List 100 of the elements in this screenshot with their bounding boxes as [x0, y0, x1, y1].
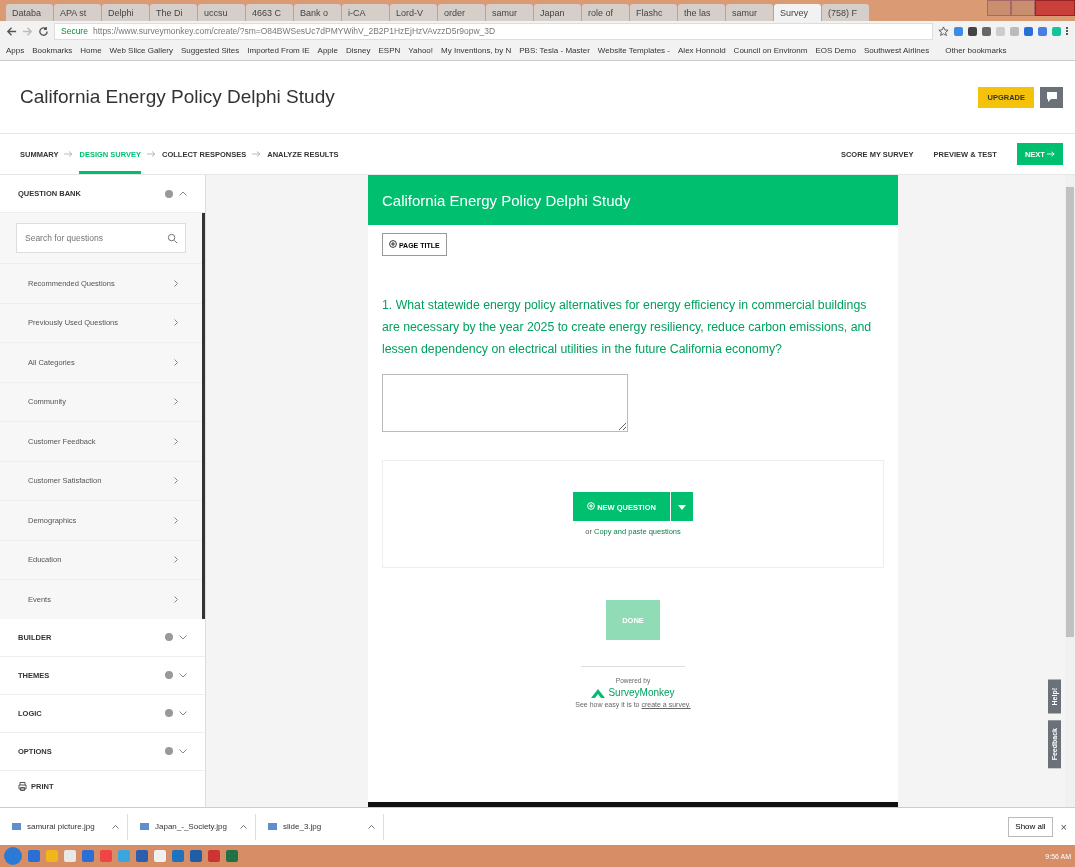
bookmark[interactable]: Home	[80, 46, 102, 55]
bookmark[interactable]: My Inventions, by N	[441, 46, 512, 55]
bookmark[interactable]: Disney	[346, 46, 371, 55]
search-field[interactable]: Search for questions	[16, 223, 186, 253]
taskbar-app-icon[interactable]	[190, 850, 202, 862]
info-icon[interactable]	[165, 189, 173, 198]
browser-tab[interactable]: Delphi	[102, 4, 149, 21]
bookmark[interactable]: Yahoo!	[408, 46, 434, 55]
back-icon[interactable]	[6, 25, 17, 37]
arrow-icon	[252, 151, 262, 157]
browser-tab[interactable]: Bank o	[294, 4, 341, 21]
taskbar-app-icon[interactable]	[64, 850, 76, 862]
chevron-icon	[179, 748, 187, 754]
logo-icon	[591, 687, 606, 698]
caret-icon	[677, 505, 686, 511]
chevron-right-icon	[174, 477, 178, 485]
chevron-right-icon	[174, 437, 178, 445]
survey-title: California Energy Policy Delphi Study	[20, 86, 335, 108]
page-header: California Energy Policy Delphi Study	[368, 175, 898, 225]
bookmark[interactable]: Southwest Airlines	[863, 46, 930, 55]
caret-icon[interactable]	[240, 824, 247, 829]
bookmark[interactable]: Alex Honnold	[678, 46, 726, 55]
taskbar-app-icon[interactable]	[46, 850, 58, 862]
bookmark[interactable]: PBS: Tesla - Master	[519, 46, 590, 55]
brand-name: SurveyMonkey	[608, 687, 675, 698]
browser-tab[interactable]: Japan	[534, 4, 581, 21]
taskbar-app-icon[interactable]	[172, 850, 184, 862]
taskbar-app-icon[interactable]	[100, 850, 112, 862]
taskbar-app-icon[interactable]	[82, 850, 94, 862]
info-icon[interactable]	[165, 671, 173, 679]
minimize-icon[interactable]	[987, 0, 1011, 16]
search-icon[interactable]	[167, 233, 178, 244]
close-button[interactable]: ×	[1060, 820, 1067, 833]
download-item[interactable]: samurai picture.jpg	[8, 813, 128, 840]
browser-tab[interactable]: the las	[678, 4, 725, 21]
browser-tab[interactable]: order	[438, 4, 485, 21]
taskbar-app-icon[interactable]	[118, 850, 130, 862]
caret-icon[interactable]	[112, 824, 119, 829]
browser-tab[interactable]: uccsu	[198, 4, 245, 21]
chevron-icon	[179, 634, 187, 640]
browser-tab[interactable]: The Di	[150, 4, 197, 21]
arrow-icon	[1047, 150, 1055, 157]
browser-tab[interactable]: samur	[726, 4, 773, 21]
bookmark[interactable]: Website Templates -	[597, 46, 670, 55]
browser-tab[interactable]: Lord-V	[390, 4, 437, 21]
info-icon[interactable]	[165, 747, 173, 755]
other-bookmarks[interactable]: Other bookmarks	[945, 46, 1007, 55]
scrollbar[interactable]	[1065, 175, 1075, 807]
chevron-right-icon	[174, 398, 178, 406]
taskbar-app-icon[interactable]	[28, 850, 40, 862]
taskbar-app-icon[interactable]	[136, 850, 148, 862]
browser-tab[interactable]: Survey	[774, 4, 821, 21]
caret-icon[interactable]	[368, 824, 375, 829]
show-all-button[interactable]: Show all	[1008, 816, 1053, 837]
start-button[interactable]	[4, 847, 22, 865]
chevron-right-icon	[174, 319, 178, 327]
browser-tab[interactable]: i-CA	[342, 4, 389, 21]
browser-tab[interactable]: samur	[486, 4, 533, 21]
bookmark[interactable]: Apple	[317, 46, 338, 55]
browser-tab[interactable]: role of	[582, 4, 629, 21]
bookmark[interactable]: Apps	[6, 46, 25, 55]
download-item[interactable]: slide_3.jpg	[264, 813, 384, 840]
browser-tab[interactable]: Flashc	[630, 4, 677, 21]
chevron-icon	[179, 710, 187, 716]
menu-icon[interactable]	[1066, 27, 1069, 35]
browser-tab[interactable]: (758) F	[822, 4, 869, 21]
chevron-right-icon	[174, 279, 178, 287]
info-icon[interactable]	[165, 633, 173, 641]
bookmark[interactable]: Web Slice Gallery	[109, 46, 174, 55]
reload-icon[interactable]	[38, 25, 49, 37]
bookmark[interactable]: EOS Demo	[815, 46, 856, 55]
close-icon[interactable]	[1035, 0, 1075, 16]
maximize-icon[interactable]	[1011, 0, 1035, 16]
plus-circle-icon	[587, 501, 596, 510]
browser-tab[interactable]: Databa	[6, 4, 53, 21]
forward-icon[interactable]	[22, 25, 33, 37]
chevron-right-icon	[174, 358, 178, 366]
answer-box[interactable]	[382, 374, 628, 432]
browser-tab[interactable]: APA st	[54, 4, 101, 21]
download-item[interactable]: Japan_-_Society.jpg	[136, 813, 256, 840]
bookmark[interactable]: Bookmarks	[32, 46, 73, 55]
chevron-right-icon	[174, 595, 178, 603]
taskbar-app-icon[interactable]	[226, 850, 238, 862]
chevron-right-icon	[174, 516, 178, 524]
chevron-icon	[179, 672, 187, 678]
taskbar-app-icon[interactable]	[208, 850, 220, 862]
browser-tab[interactable]: 4663 C	[246, 4, 293, 21]
chat-icon[interactable]	[1040, 86, 1063, 108]
bookmark[interactable]: Imported From IE	[247, 46, 310, 55]
address-bar[interactable]: Secure https://www.surveymonkey.com/create/?sm=O84BWSesUc7dPMYWihV_2B2P1HzEjHzVAvzzD5r9opw_3D	[54, 22, 933, 40]
chevron-right-icon	[174, 556, 178, 564]
info-icon[interactable]	[165, 709, 173, 717]
bookmark[interactable]: ESPN	[378, 46, 401, 55]
printer-icon[interactable]	[18, 782, 27, 791]
chevron-icon	[179, 191, 187, 196]
bookmark[interactable]: Council on Environm	[733, 46, 808, 55]
star-icon[interactable]	[938, 25, 949, 37]
dropdown-button[interactable]	[670, 492, 693, 521]
bookmark[interactable]: Suggested Sites	[181, 46, 240, 55]
taskbar-app-icon[interactable]	[154, 850, 166, 862]
